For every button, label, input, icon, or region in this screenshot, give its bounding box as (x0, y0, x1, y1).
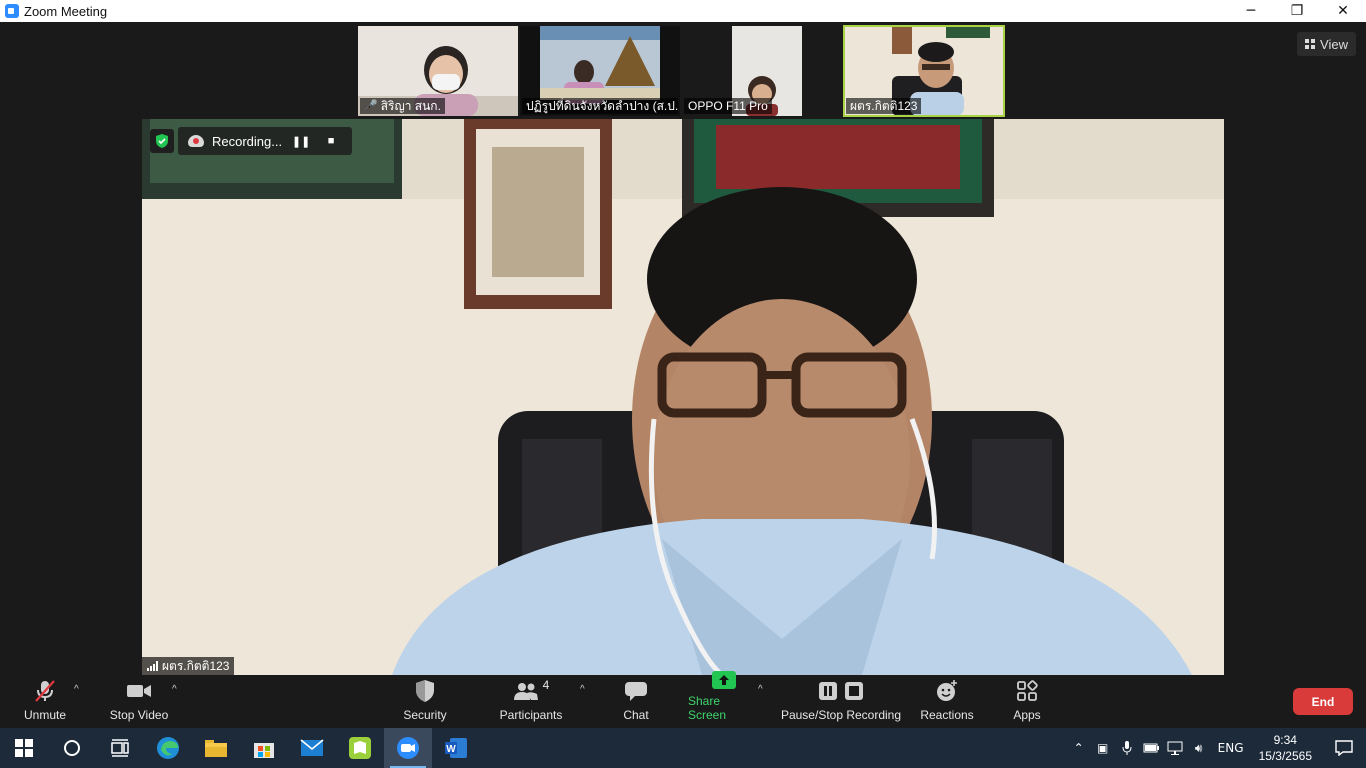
participant-name-tag: ปฏิรูปที่ดินจังหวัดลำปาง (ส.ป.... (522, 98, 678, 114)
recording-indicator: Recording... ❚❚ ■ (178, 127, 353, 155)
minimize-button[interactable]: ─ (1228, 0, 1274, 22)
view-button[interactable]: View (1297, 32, 1356, 56)
speaker-name-tag: ผตร.กิตติ123 (142, 657, 235, 675)
reactions-label: Reactions (920, 708, 974, 722)
share-screen-label: Share Screen (688, 694, 727, 722)
meeting-stage: 🎤 สิริญา สนก. ปฏิรูปที่ดินจังหวัดลำปาง (… (0, 22, 1366, 676)
active-speaker-video[interactable]: Recording... ❚❚ ■ ผตร.กิตติ123 (142, 119, 1224, 675)
share-screen-button[interactable]: Share Screen (688, 671, 760, 728)
recording-bar: Recording... ❚❚ ■ (150, 127, 353, 155)
participant-thumbnail[interactable]: OPPO F11 Pro (682, 26, 842, 116)
video-options-caret-icon[interactable]: ^ (172, 684, 177, 695)
participant-name-tag: ผตร.กิตติ123 (846, 98, 922, 114)
participant-name: OPPO F11 Pro (688, 99, 768, 113)
clock-date: 15/3/2565 (1258, 749, 1312, 763)
window-title: Zoom Meeting (24, 3, 108, 19)
video-camera-icon (126, 678, 152, 704)
apps-icon (1016, 678, 1038, 704)
muted-microphone-icon (32, 678, 58, 704)
signal-strength-icon (147, 661, 158, 671)
audio-options-caret-icon[interactable]: ^ (74, 684, 79, 695)
participants-label: Participants (499, 708, 563, 722)
action-center-icon[interactable] (1322, 740, 1366, 756)
taskbar-clock[interactable]: 9:34 15/3/2565 (1259, 732, 1312, 764)
speaker-video-frame (142, 119, 1224, 675)
security-shield-icon (414, 678, 436, 704)
share-screen-icon (711, 670, 737, 690)
meet-now-icon[interactable]: ▣ (1091, 741, 1115, 755)
chat-button[interactable]: Chat (620, 676, 652, 728)
zoom-app-icon (5, 4, 19, 18)
security-label: Security (403, 708, 447, 722)
clock-time: 9:34 (1273, 733, 1297, 747)
apps-label: Apps (1013, 708, 1041, 722)
recording-controls-icon (818, 678, 864, 704)
muted-mic-icon: 🎤 (364, 100, 378, 112)
ebook-app-icon[interactable] (336, 728, 384, 768)
zoom-taskbar-icon[interactable] (384, 728, 432, 768)
restore-button[interactable]: ❐ (1274, 0, 1320, 22)
participant-name-tag: 🎤 สิริญา สนก. (360, 98, 445, 114)
task-view-icon[interactable] (96, 728, 144, 768)
encryption-shield-icon[interactable] (150, 129, 174, 153)
volume-icon[interactable]: 🔊︎ (1187, 741, 1211, 756)
microsoft-store-icon[interactable] (240, 728, 288, 768)
speaker-name: ผตร.กิตติ123 (162, 658, 230, 673)
meeting-toolbar: Unmute ^ Stop Video ^ Security 4 Partici… (0, 671, 1366, 728)
pause-stop-recording-button[interactable]: Pause/Stop Recording (780, 676, 902, 728)
microphone-in-use-icon[interactable] (1115, 741, 1139, 755)
network-icon[interactable] (1163, 741, 1187, 755)
apps-button[interactable]: Apps (1010, 676, 1044, 728)
edge-browser-icon[interactable] (144, 728, 192, 768)
unmute-button[interactable]: Unmute (22, 676, 68, 728)
unmute-label: Unmute (23, 708, 67, 722)
participant-thumbnail[interactable]: 🎤 สิริญา สนก. (358, 26, 518, 116)
recording-label: Recording... (212, 133, 283, 149)
windows-taskbar: W ⌃ ▣ 🔊︎ ENG 9:34 15/3/2565 (0, 728, 1366, 768)
participant-name: สิริญา สนก. (380, 99, 441, 113)
participant-name: ผตร.กิตติ123 (850, 99, 918, 113)
security-button[interactable]: Security (402, 676, 448, 728)
title-bar: Zoom Meeting ─ ❐ ✕ (0, 0, 1366, 22)
svg-text:W: W (446, 744, 456, 755)
stop-video-button[interactable]: Stop Video (108, 676, 170, 728)
input-language[interactable]: ENG (1211, 741, 1251, 755)
stop-video-label: Stop Video (109, 708, 169, 722)
participant-thumbnail[interactable]: ปฏิรูปที่ดินจังหวัดลำปาง (ส.ป.... (520, 26, 680, 116)
reactions-smiley-icon (935, 678, 959, 704)
participant-name-tag: OPPO F11 Pro (684, 98, 772, 114)
grid-view-icon (1305, 39, 1316, 49)
system-tray: ⌃ ▣ 🔊︎ ENG 9:34 15/3/2565 (1067, 728, 1366, 768)
window-controls: ─ ❐ ✕ (1228, 0, 1366, 22)
windows-start-icon[interactable] (0, 728, 48, 768)
end-meeting-button[interactable]: End (1293, 688, 1353, 715)
cloud-recording-icon (188, 135, 204, 147)
mail-icon[interactable] (288, 728, 336, 768)
chat-label: Chat (623, 708, 649, 722)
participant-name: ปฏิรูปที่ดินจังหวัดลำปาง (ส.ป.... (526, 99, 678, 113)
participants-options-caret-icon[interactable]: ^ (580, 684, 585, 695)
share-options-caret-icon[interactable]: ^ (758, 684, 763, 695)
close-button[interactable]: ✕ (1320, 0, 1366, 22)
participants-icon: 4 (513, 678, 550, 704)
battery-icon[interactable] (1139, 743, 1163, 753)
participant-thumbnails: 🎤 สิริญา สนก. ปฏิรูปที่ดินจังหวัดลำปาง (… (358, 25, 1005, 117)
view-button-label: View (1320, 36, 1348, 52)
participants-count: 4 (542, 678, 550, 692)
pause-stop-recording-label: Pause/Stop Recording (780, 708, 902, 722)
stop-recording-icon[interactable]: ■ (320, 127, 342, 155)
word-icon[interactable]: W (432, 728, 480, 768)
participant-thumbnail-active[interactable]: ผตร.กิตติ123 (843, 25, 1005, 117)
participants-button[interactable]: 4 Participants (498, 676, 564, 728)
file-explorer-icon[interactable] (192, 728, 240, 768)
reactions-button[interactable]: Reactions (920, 676, 974, 728)
pause-recording-icon[interactable]: ❚❚ (290, 127, 312, 155)
show-hidden-icons-chevron-icon[interactable]: ⌃ (1067, 741, 1091, 755)
cortana-search-icon[interactable] (48, 728, 96, 768)
chat-bubble-icon (624, 678, 648, 704)
